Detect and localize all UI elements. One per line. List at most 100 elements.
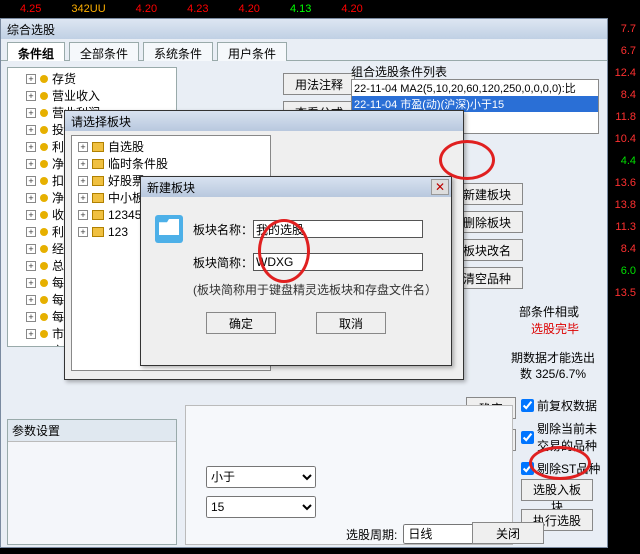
- expand-icon[interactable]: +: [26, 176, 36, 186]
- abbr-hint: (板块简称用于键盘精灵选板块和存盘文件名）: [193, 281, 437, 298]
- price-cell: 6.0: [621, 265, 636, 277]
- block-name-input[interactable]: [253, 220, 423, 238]
- usage-button[interactable]: 用法注释: [283, 73, 355, 95]
- expand-icon[interactable]: +: [78, 176, 88, 186]
- price-cell: 6.7: [621, 45, 636, 57]
- status-text-2: 期数据才能选出: [511, 349, 595, 366]
- ticker-v6: 4.13: [290, 3, 311, 15]
- bullet-icon: [40, 228, 48, 236]
- dialog-ok-button[interactable]: 确定: [206, 312, 276, 334]
- block-tree-label: 临时条件股: [108, 155, 168, 172]
- block-tree-item[interactable]: + 自选股: [74, 138, 268, 155]
- bullet-icon: [40, 143, 48, 151]
- window-title: 综合选股: [1, 19, 607, 39]
- expand-icon[interactable]: +: [26, 312, 36, 322]
- ticker-v2: 342UU: [71, 3, 105, 15]
- chk-st[interactable]: 剔除ST品种: [521, 460, 600, 477]
- folder-icon: [92, 210, 104, 220]
- param-area: 小于 15 选股周期: 日线 关闭: [185, 405, 513, 545]
- expand-icon[interactable]: +: [26, 346, 36, 348]
- expand-icon[interactable]: +: [26, 210, 36, 220]
- bullet-icon: [40, 177, 48, 185]
- expand-icon[interactable]: +: [26, 142, 36, 152]
- price-cell: 8.4: [621, 89, 636, 101]
- status-count: 数 325/6.7%: [520, 365, 586, 382]
- block-tree-item[interactable]: + 临时条件股: [74, 155, 268, 172]
- price-cell: 13.6: [615, 177, 636, 189]
- bullet-icon: [40, 279, 48, 287]
- tree-item-label: 营业收入: [52, 87, 100, 104]
- bullet-icon: [40, 160, 48, 168]
- status-text-1: 部条件相或 选股完毕: [519, 303, 579, 337]
- tab-all[interactable]: 全部条件: [69, 42, 139, 61]
- expand-icon[interactable]: +: [78, 193, 88, 203]
- bullet-icon: [40, 262, 48, 270]
- expand-icon[interactable]: +: [78, 142, 88, 152]
- expand-icon[interactable]: +: [26, 91, 36, 101]
- bullet-icon: [40, 126, 48, 134]
- block-tree-label: 中小板: [108, 189, 144, 206]
- folder-icon: [92, 193, 104, 203]
- bullet-icon: [40, 313, 48, 321]
- ticker-bar: 4.25 342UU 4.20 4.23 4.20 4.13 4.20: [0, 0, 640, 18]
- new-block-dialog: 新建板块 ✕ 板块名称： 板块简称： (板块简称用于键盘精灵选板块和存盘文件名）…: [140, 176, 452, 366]
- expand-icon[interactable]: +: [26, 193, 36, 203]
- ticker-v5: 4.20: [239, 3, 260, 15]
- expand-icon[interactable]: +: [26, 227, 36, 237]
- tree-item[interactable]: + 存货: [8, 70, 176, 87]
- chk-fq[interactable]: 前复权数据: [521, 397, 600, 414]
- expand-icon[interactable]: +: [26, 108, 36, 118]
- chk-st-box[interactable]: [521, 462, 534, 475]
- tab-user[interactable]: 用户条件: [217, 42, 287, 61]
- chk-untraded[interactable]: 剔除当前未交易的品种: [521, 420, 600, 454]
- block-name-label: 板块名称：: [193, 221, 253, 238]
- tree-item-label: 存货: [52, 70, 76, 87]
- tab-system[interactable]: 系统条件: [143, 42, 213, 61]
- expand-icon[interactable]: +: [26, 159, 36, 169]
- expand-icon[interactable]: +: [26, 261, 36, 271]
- price-cell: 8.4: [621, 243, 636, 255]
- block-tree-label: 好股票: [108, 172, 144, 189]
- expand-icon[interactable]: +: [26, 74, 36, 84]
- price-cell: 13.5: [615, 287, 636, 299]
- param-panel-title: 参数设置: [8, 420, 176, 442]
- price-cell: 4.4: [621, 155, 636, 167]
- price-cell: 13.8: [615, 199, 636, 211]
- operator-select[interactable]: 小于: [206, 466, 316, 488]
- tree-item[interactable]: + 营业收入: [8, 87, 176, 104]
- pick-into-block-button[interactable]: 选股入板块: [521, 479, 593, 501]
- block-tree-label: 自选股: [108, 138, 144, 155]
- expand-icon[interactable]: +: [26, 295, 36, 305]
- value-select[interactable]: 15: [206, 496, 316, 518]
- folder-icon: [92, 227, 104, 237]
- price-cell: 12.4: [615, 67, 636, 79]
- bullet-icon: [40, 92, 48, 100]
- expand-icon[interactable]: +: [78, 210, 88, 220]
- ticker-v3: 4.20: [136, 3, 157, 15]
- dialog-cancel-button[interactable]: 取消: [316, 312, 386, 334]
- close-button[interactable]: 关闭: [472, 522, 544, 544]
- block-abbr-input[interactable]: [253, 253, 423, 271]
- condition-row[interactable]: 22-11-04 MA2(5,10,20,60,120,250,0,0,0,0)…: [352, 80, 598, 96]
- expand-icon[interactable]: +: [26, 278, 36, 288]
- price-column: 7.7 6.7 12.4 8.4 11.8 10.4 4.4 13.6 13.8…: [608, 18, 640, 550]
- folder-icon: [92, 159, 104, 169]
- bullet-icon: [40, 330, 48, 338]
- expand-icon[interactable]: +: [26, 244, 36, 254]
- chk-untraded-box[interactable]: [521, 431, 534, 444]
- condition-list-label: 组合选股条件列表: [351, 63, 447, 80]
- expand-icon[interactable]: +: [26, 125, 36, 135]
- ticker-v1: 4.25: [20, 3, 41, 15]
- expand-icon[interactable]: +: [26, 329, 36, 339]
- tab-condition-group[interactable]: 条件组: [7, 42, 65, 61]
- expand-icon[interactable]: +: [78, 159, 88, 169]
- close-icon[interactable]: ✕: [431, 179, 449, 195]
- ticker-v7: 4.20: [341, 3, 362, 15]
- price-cell: 11.3: [615, 221, 636, 233]
- price-cell: 11.8: [615, 111, 636, 123]
- folder-icon: [155, 215, 183, 243]
- chk-fq-box[interactable]: [521, 399, 534, 412]
- folder-icon: [92, 176, 104, 186]
- expand-icon[interactable]: +: [78, 227, 88, 237]
- cycle-label: 选股周期:: [346, 526, 397, 543]
